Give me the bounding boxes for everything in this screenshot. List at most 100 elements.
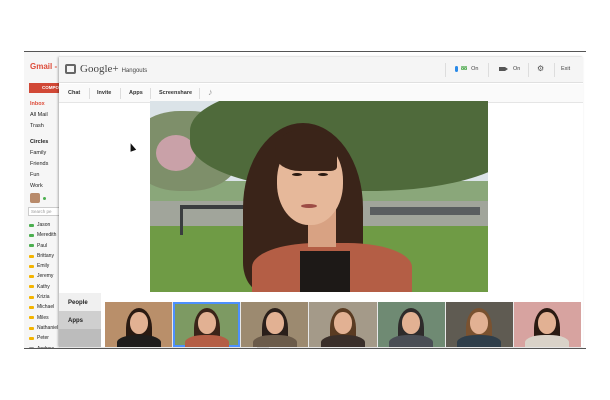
participant-thumbnail[interactable] bbox=[513, 302, 581, 347]
compose-button[interactable]: COMPOSE bbox=[29, 83, 60, 93]
music-note-icon[interactable]: ♪ bbox=[208, 87, 213, 97]
contact-item[interactable]: Jason bbox=[29, 220, 58, 230]
camera-icon bbox=[499, 67, 508, 71]
nav-inbox[interactable]: Inbox bbox=[30, 99, 48, 110]
tab-invite[interactable]: Invite bbox=[97, 84, 111, 103]
contact-item[interactable]: Jeremy bbox=[29, 271, 58, 281]
presence-status-icon bbox=[29, 316, 34, 320]
tab-chat[interactable]: Chat bbox=[68, 84, 80, 103]
hangout-brand: Google+ Hangouts bbox=[65, 63, 147, 75]
circle-work[interactable]: Work bbox=[30, 181, 48, 192]
participant-thumbnail[interactable] bbox=[445, 302, 513, 347]
presence-status-icon bbox=[29, 244, 34, 248]
contact-item[interactable]: Meredith bbox=[29, 230, 58, 240]
brand-title: Google+ bbox=[80, 63, 119, 75]
mic-toggle[interactable]: 88 On bbox=[455, 66, 478, 72]
video-background bbox=[370, 207, 480, 215]
speaker-figure bbox=[301, 204, 317, 208]
camera-state: On bbox=[513, 66, 521, 72]
main-video-feed[interactable] bbox=[150, 101, 488, 292]
participant-figure bbox=[129, 312, 148, 334]
mic-state: On bbox=[471, 66, 479, 72]
contact-item[interactable]: Miles bbox=[29, 313, 58, 323]
speaker-figure bbox=[300, 251, 350, 292]
contact-item[interactable]: Andrew bbox=[29, 344, 58, 348]
nav-all-mail[interactable]: All Mail bbox=[30, 110, 48, 121]
speaker-figure bbox=[275, 129, 337, 171]
contact-item[interactable]: Peter bbox=[29, 333, 58, 343]
hangout-header: Google+ Hangouts 88 On On ⚙ Exit bbox=[59, 57, 583, 83]
nav-trash[interactable]: Trash bbox=[30, 121, 48, 132]
divider bbox=[488, 63, 489, 77]
contact-item[interactable]: Brittany bbox=[29, 251, 58, 261]
presence-status-icon bbox=[29, 264, 34, 268]
avatar[interactable] bbox=[30, 193, 40, 203]
presence-status-icon bbox=[29, 285, 34, 289]
microphone-icon bbox=[455, 66, 458, 72]
speaker-figure bbox=[292, 173, 302, 176]
participant-figure bbox=[333, 312, 352, 334]
contact-item[interactable]: Krizia bbox=[29, 292, 58, 302]
presence-status-icon bbox=[29, 223, 34, 227]
circles-heading[interactable]: Circles bbox=[30, 137, 48, 148]
side-tab-apps[interactable]: Apps bbox=[59, 311, 101, 331]
contact-name: Kathy bbox=[37, 283, 50, 290]
participant-figure bbox=[470, 312, 489, 334]
contact-name: Jeremy bbox=[37, 273, 54, 280]
contact-name: Andrew bbox=[37, 344, 54, 348]
participant-figure bbox=[389, 335, 434, 347]
hangout-window: Google+ Hangouts 88 On On ⚙ Exit Chat In… bbox=[59, 57, 583, 348]
divider bbox=[528, 63, 529, 77]
filmstrip-toggle-handle[interactable] bbox=[257, 347, 269, 348]
divider bbox=[445, 63, 446, 77]
presence-status-icon bbox=[29, 306, 34, 310]
participant-thumbnail[interactable] bbox=[105, 302, 173, 347]
contact-item[interactable]: Emily bbox=[29, 261, 58, 271]
divider bbox=[554, 63, 555, 77]
contact-name: Peter bbox=[37, 335, 49, 342]
participant-figure bbox=[457, 335, 502, 347]
side-panel bbox=[59, 329, 101, 347]
contact-item[interactable]: Michael bbox=[29, 302, 58, 312]
participant-figure bbox=[320, 335, 365, 347]
participant-thumbnail[interactable] bbox=[173, 302, 241, 347]
exit-button[interactable]: Exit bbox=[561, 66, 570, 72]
circle-family[interactable]: Family bbox=[30, 148, 48, 159]
gmail-logo[interactable]: Gmail - bbox=[30, 62, 57, 71]
circle-friends[interactable]: Friends bbox=[30, 159, 48, 170]
contact-name: Krizia bbox=[37, 294, 50, 301]
contact-name: Emily bbox=[37, 263, 50, 270]
circles-nav: Circles Family Friends Fun Work bbox=[30, 137, 48, 192]
presence-status-icon bbox=[29, 336, 34, 340]
side-tab-people[interactable]: People bbox=[59, 293, 101, 313]
search-people-input[interactable]: Search pe bbox=[28, 207, 60, 216]
contact-name: Brittany bbox=[37, 252, 54, 259]
contact-item[interactable]: Paul bbox=[29, 241, 58, 251]
participant-figure bbox=[402, 312, 421, 334]
hangouts-logo-icon bbox=[65, 64, 76, 74]
mail-nav: Inbox All Mail Trash bbox=[30, 99, 48, 132]
presence-status-icon bbox=[29, 326, 34, 330]
divider bbox=[150, 88, 151, 99]
circle-fun[interactable]: Fun bbox=[30, 170, 48, 181]
camera-toggle[interactable]: On bbox=[499, 66, 520, 72]
tab-apps[interactable]: Apps bbox=[129, 84, 143, 103]
participant-thumbnail[interactable] bbox=[309, 302, 377, 347]
contact-name: Nathaniel bbox=[37, 324, 59, 331]
participant-filmstrip bbox=[105, 302, 581, 347]
contact-item[interactable]: Nathaniel bbox=[29, 323, 58, 333]
divider bbox=[199, 88, 200, 99]
participant-thumbnail[interactable] bbox=[241, 302, 309, 347]
settings-button[interactable]: ⚙ bbox=[537, 64, 544, 73]
gmail-sidebar: Gmail - COMPOSE Inbox All Mail Trash Cir… bbox=[24, 52, 60, 348]
participant-figure bbox=[184, 335, 229, 347]
participant-figure bbox=[525, 335, 570, 347]
browser-frame: Gmail - COMPOSE Inbox All Mail Trash Cir… bbox=[24, 51, 586, 349]
divider bbox=[120, 88, 121, 99]
participant-figure bbox=[197, 312, 216, 334]
contact-item[interactable]: Kathy bbox=[29, 282, 58, 292]
participant-figure bbox=[252, 335, 297, 347]
participant-thumbnail[interactable] bbox=[377, 302, 445, 347]
contact-list: Jason Meredith Paul Brittany Emily Jeremy Kath… bbox=[29, 220, 58, 348]
presence-status-icon bbox=[29, 347, 34, 348]
